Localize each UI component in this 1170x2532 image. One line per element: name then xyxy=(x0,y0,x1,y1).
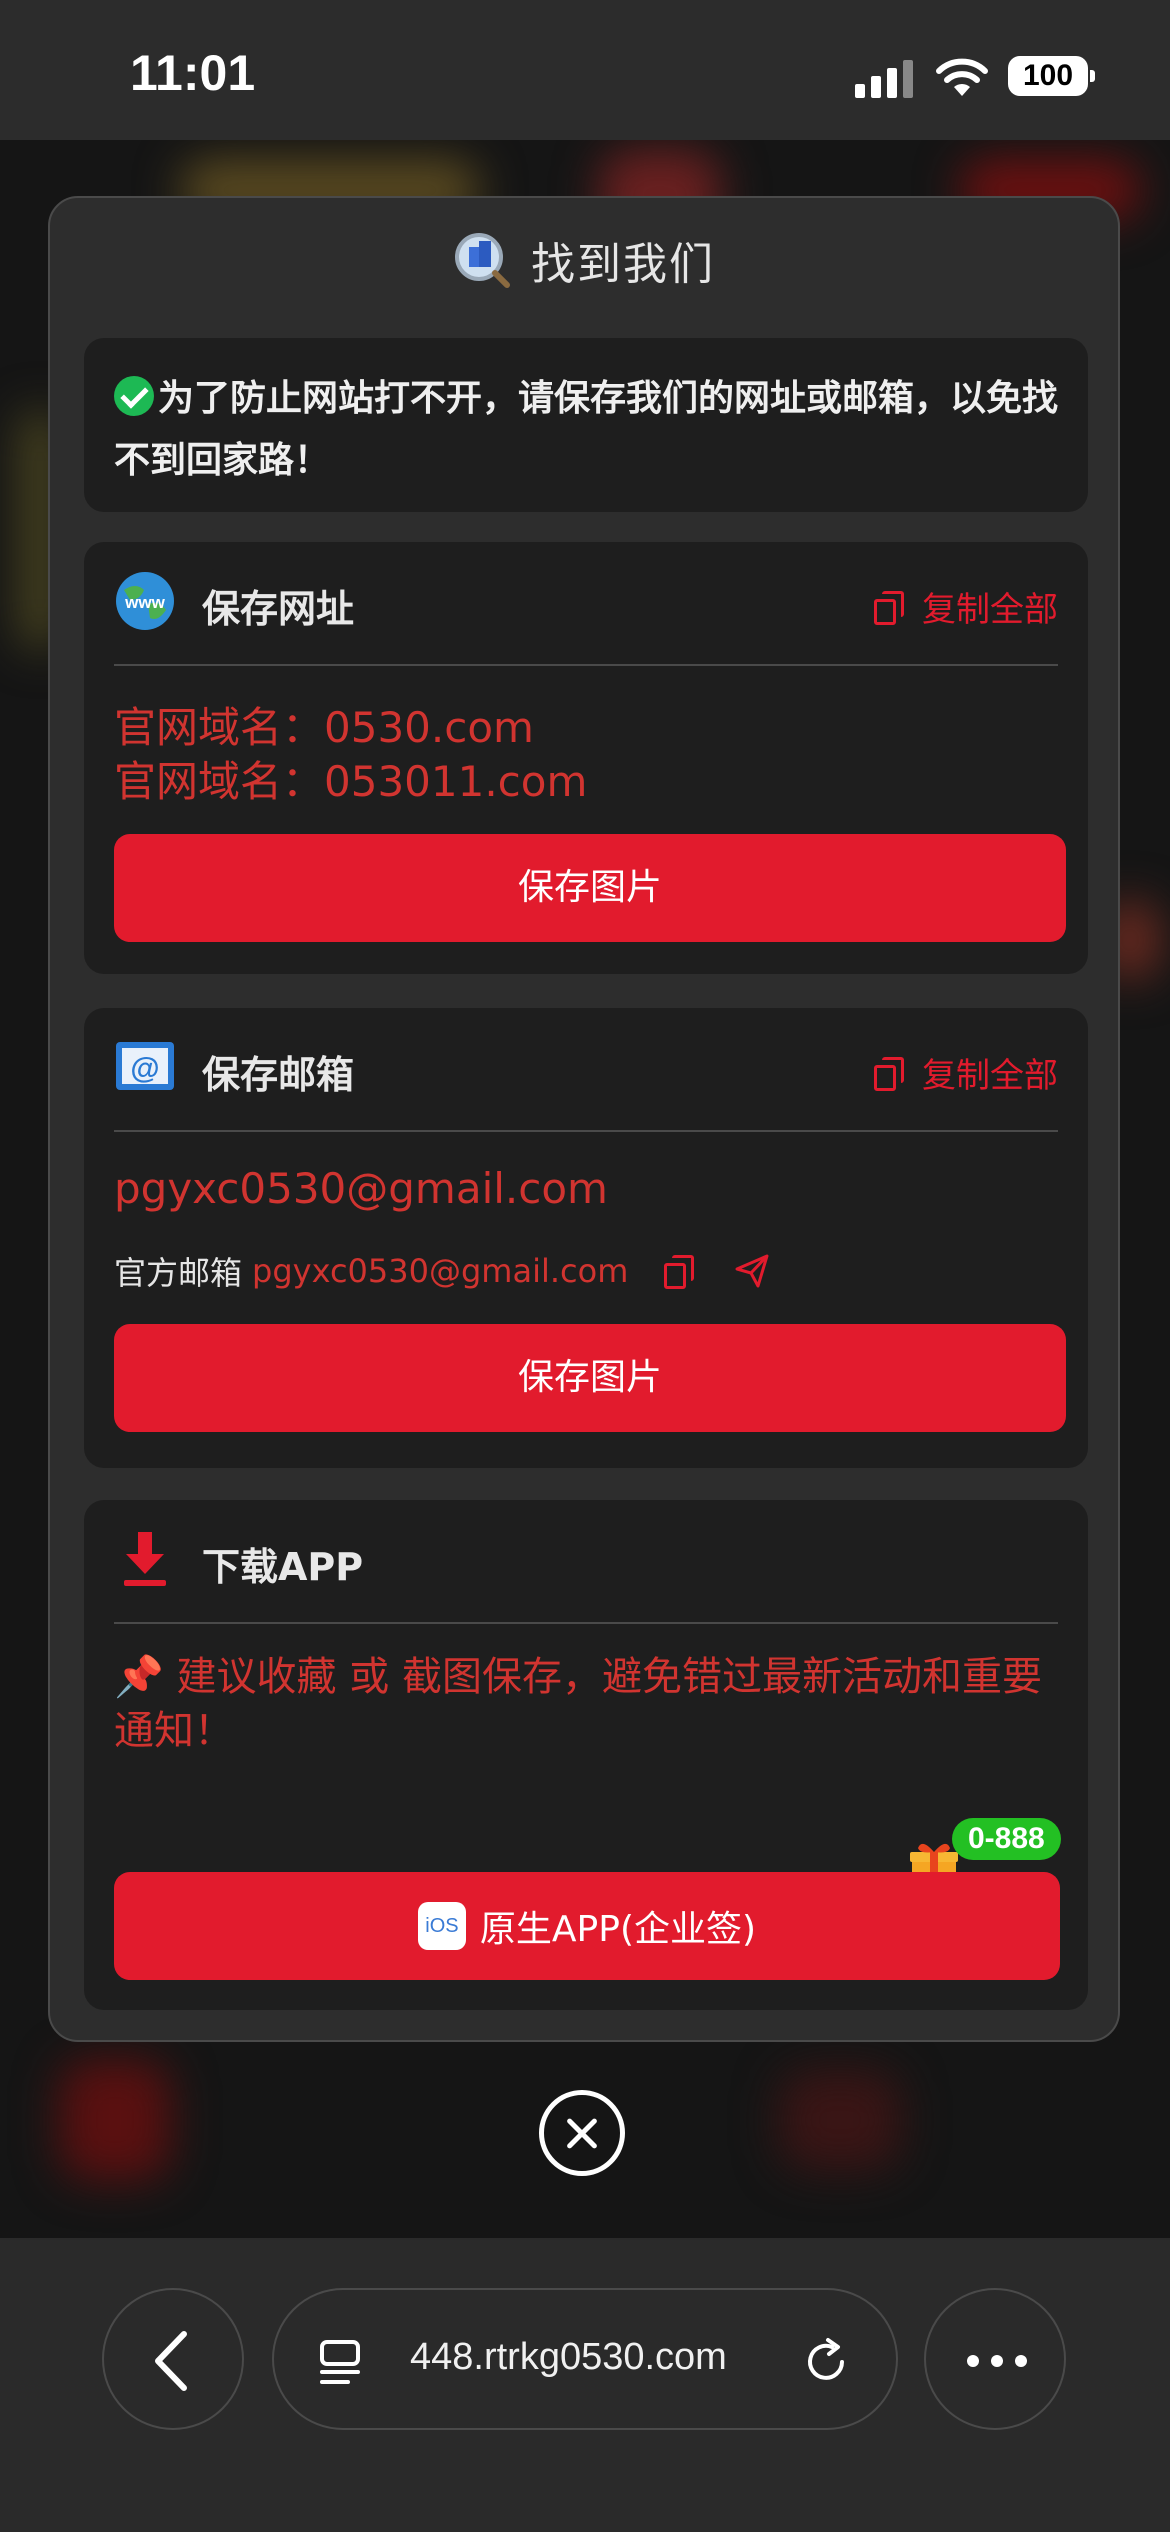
copy-all-label: 复制全部 xyxy=(922,590,1058,630)
close-modal-button[interactable] xyxy=(539,2090,625,2176)
www-globe-icon: www xyxy=(116,572,174,630)
notice-text: 为了防止网站打不开，请保存我们的网址或邮箱，以免找不到回家路！ xyxy=(114,378,1059,481)
modal-title: 找到我们 xyxy=(531,239,715,290)
modal-header: 找到我们 xyxy=(50,228,1118,290)
save-url-card: www 保存网址 复制全部 官网域名：0530.com 官网域名：053011.… xyxy=(84,542,1088,974)
battery-tip xyxy=(1090,70,1095,82)
download-app-card: 下载APP 📌 建议收藏 或 截图保存，避免错过最新活动和重要通知！ 0-888… xyxy=(84,1500,1088,2010)
save-email-card: @ 保存邮箱 复制全部 pgyxc0530@gmail.com 官方邮箱 pgy… xyxy=(84,1008,1088,1468)
official-email-label: 官方邮箱 xyxy=(114,1254,243,1292)
status-bar: 11:01 100 xyxy=(0,0,1170,140)
find-us-modal: 找到我们 为了防止网站打不开，请保存我们的网址或邮箱，以免找不到回家路！ www… xyxy=(48,196,1120,2042)
url-text: 448.rtrkg0530.com xyxy=(410,2336,727,2378)
send-icon[interactable] xyxy=(734,1253,770,1289)
download-icon xyxy=(124,1532,166,1586)
more-dots-icon xyxy=(967,2355,1027,2367)
copy-email-icon[interactable] xyxy=(664,1255,695,1289)
tabs-list-icon[interactable] xyxy=(318,2338,366,2386)
download-tip: 📌 建议收藏 或 截图保存，避免错过最新活动和重要通知！ xyxy=(114,1654,1042,1754)
svg-text:www: www xyxy=(124,593,165,612)
email-address: pgyxc0530@gmail.com xyxy=(114,1164,608,1213)
native-app-label: 原生APP(企业签) xyxy=(479,1909,757,1950)
save-url-image-button[interactable]: 保存图片 xyxy=(114,834,1066,942)
reload-icon[interactable] xyxy=(802,2336,852,2386)
save-email-image-button[interactable]: 保存图片 xyxy=(114,1324,1066,1432)
bonus-badge: 0-888 xyxy=(952,1818,1061,1860)
download-app-title: 下载APP xyxy=(202,1545,364,1589)
native-app-download-button[interactable]: iOS 原生APP(企业签) xyxy=(114,1872,1060,1980)
status-time: 11:01 xyxy=(130,45,256,101)
copy-all-urls-button[interactable]: 复制全部 xyxy=(874,582,1058,631)
divider xyxy=(114,1130,1058,1132)
copy-all-emails-button[interactable]: 复制全部 xyxy=(874,1048,1058,1097)
divider xyxy=(114,1622,1058,1624)
email-icon: @ xyxy=(116,1042,174,1090)
address-bar[interactable]: 448.rtrkg0530.com xyxy=(272,2288,898,2430)
divider xyxy=(114,664,1058,666)
wifi-icon xyxy=(936,58,988,96)
more-menu-button[interactable] xyxy=(924,2288,1066,2430)
save-email-title: 保存邮箱 xyxy=(202,1053,355,1097)
ios-icon: iOS xyxy=(417,1902,466,1950)
copy-all-label: 复制全部 xyxy=(922,1056,1058,1096)
save-url-title: 保存网址 xyxy=(202,587,355,631)
notice-box: 为了防止网站打不开，请保存我们的网址或邮箱，以免找不到回家路！ xyxy=(84,338,1088,512)
battery-indicator: 100 xyxy=(1008,56,1088,96)
chevron-left-icon xyxy=(155,2331,187,2391)
copy-icon xyxy=(874,1056,904,1091)
magnifier-building-icon xyxy=(455,233,510,288)
cellular-signal-icon xyxy=(855,58,915,98)
official-email-row: 官方邮箱 pgyxc0530@gmail.com xyxy=(114,1248,770,1294)
copy-icon xyxy=(874,590,904,625)
domain-line-1: 官网域名：0530.com xyxy=(114,703,534,752)
back-button[interactable] xyxy=(102,2288,244,2430)
svg-text:@: @ xyxy=(130,1052,159,1085)
domain-line-2: 官网域名：053011.com xyxy=(114,757,588,806)
check-icon xyxy=(114,376,154,416)
browser-toolbar: 448.rtrkg0530.com xyxy=(0,2238,1170,2532)
official-email-value: pgyxc0530@gmail.com xyxy=(252,1252,629,1290)
